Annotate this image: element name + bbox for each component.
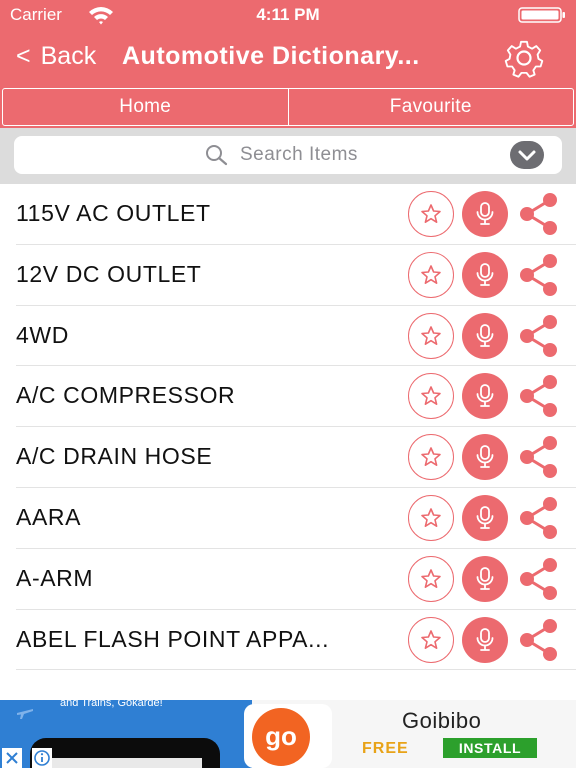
share-icon xyxy=(520,314,557,357)
favourite-button[interactable] xyxy=(408,434,454,481)
term-label: A/C COMPRESSOR xyxy=(16,382,236,409)
share-button[interactable] xyxy=(516,557,562,601)
favourite-button[interactable] xyxy=(408,494,454,541)
term-label: A/C DRAIN HOSE xyxy=(16,443,213,470)
share-button[interactable] xyxy=(516,253,562,297)
pronounce-button[interactable] xyxy=(462,434,508,481)
list-item[interactable]: A/C DRAIN HOSE xyxy=(16,427,576,488)
ad-install-button[interactable]: INSTALL xyxy=(443,738,537,758)
microphone-icon xyxy=(476,566,494,590)
star-icon xyxy=(421,264,441,284)
ad-phone-screen xyxy=(42,758,202,768)
star-icon xyxy=(421,325,441,345)
share-icon xyxy=(520,253,557,296)
ad-phone-mockup xyxy=(30,738,220,768)
star-icon xyxy=(421,204,441,224)
ad-app-logo: go xyxy=(244,704,332,768)
list-item[interactable]: A-ARM xyxy=(16,549,576,610)
favourite-button[interactable] xyxy=(408,616,454,663)
list-item[interactable]: 12V DC OUTLET xyxy=(16,245,576,306)
list-item[interactable]: A/C COMPRESSOR xyxy=(16,366,576,428)
microphone-icon xyxy=(476,262,494,286)
favourite-button[interactable] xyxy=(408,373,454,420)
ad-brand-name: Goibibo xyxy=(402,708,482,733)
ad-tagline: and Trains, Gokarde! xyxy=(60,700,163,709)
microphone-icon xyxy=(476,627,494,651)
favourite-button[interactable] xyxy=(408,555,454,602)
segmented-control: Home Favourite xyxy=(2,88,574,126)
ad-info-icon[interactable] xyxy=(32,748,52,768)
list-item[interactable]: ABEL FLASH POINT APPA... xyxy=(16,610,576,671)
share-button[interactable] xyxy=(516,192,562,236)
battery-icon xyxy=(518,7,565,23)
share-button[interactable] xyxy=(516,496,562,540)
ad-free-label: FREE xyxy=(362,740,409,757)
search-filter-dropdown[interactable] xyxy=(510,141,544,169)
microphone-icon xyxy=(476,445,494,469)
pronounce-button[interactable] xyxy=(462,251,508,298)
settings-button[interactable] xyxy=(500,36,548,80)
pronounce-button[interactable] xyxy=(462,373,508,420)
pronounce-button[interactable] xyxy=(462,494,508,541)
microphone-icon xyxy=(476,323,494,347)
term-label: ABEL FLASH POINT APPA... xyxy=(16,625,330,652)
app-header: Carrier 4:11 PM < Back Automotive Diction… xyxy=(0,0,576,128)
back-button[interactable]: < Back xyxy=(16,42,96,71)
list-item[interactable]: 115V AC OUTLET xyxy=(16,184,576,245)
term-list: 115V AC OUTLET 12V DC OUTLET 4WD A/C COM… xyxy=(0,184,576,671)
ad-close-icon[interactable] xyxy=(2,748,22,768)
airplane-icon xyxy=(17,709,33,719)
back-label: Back xyxy=(40,42,97,70)
star-icon xyxy=(421,568,441,588)
star-icon xyxy=(421,508,441,527)
chevron-down-icon xyxy=(518,150,536,161)
favourite-button[interactable] xyxy=(408,312,454,359)
share-icon xyxy=(520,496,557,539)
status-time: 4:11 PM xyxy=(256,5,320,24)
pronounce-button[interactable] xyxy=(462,191,508,237)
share-icon xyxy=(520,375,557,418)
share-icon xyxy=(520,618,557,661)
ad-logo-mark: go xyxy=(252,708,310,766)
pronounce-button[interactable] xyxy=(462,616,508,663)
star-icon xyxy=(421,447,441,467)
tab-favourite[interactable]: Favourite xyxy=(287,89,574,125)
list-item[interactable]: AARA xyxy=(16,488,576,549)
favourite-button[interactable] xyxy=(408,191,454,237)
search-bar xyxy=(0,128,576,184)
microphone-icon xyxy=(476,506,494,529)
term-label: A-ARM xyxy=(16,564,94,591)
term-label: 4WD xyxy=(16,321,69,348)
star-icon xyxy=(421,629,441,649)
gear-icon xyxy=(504,40,544,78)
share-button[interactable] xyxy=(516,435,562,479)
pronounce-button[interactable] xyxy=(462,555,508,602)
share-button[interactable] xyxy=(516,374,562,418)
back-chevron-icon: < xyxy=(16,42,31,70)
status-bar: Carrier 4:11 PM xyxy=(0,0,576,30)
term-label: 12V DC OUTLET xyxy=(16,260,202,287)
microphone-icon xyxy=(476,384,494,408)
tab-home[interactable]: Home xyxy=(3,89,288,125)
share-icon xyxy=(520,193,557,235)
term-label: AARA xyxy=(16,503,82,530)
page-title: Automotive Dictionary... xyxy=(122,42,420,70)
term-label: 115V AC OUTLET xyxy=(16,200,211,226)
share-icon xyxy=(520,557,557,600)
share-icon xyxy=(520,436,557,479)
search-box xyxy=(14,136,562,174)
list-item[interactable]: 4WD xyxy=(16,306,576,367)
microphone-icon xyxy=(476,202,494,225)
share-button[interactable] xyxy=(516,314,562,358)
star-icon xyxy=(421,386,441,406)
pronounce-button[interactable] xyxy=(462,312,508,359)
ad-banner[interactable]: and Trains, Gokarde! go Goibibo FREE INS… xyxy=(0,700,576,768)
search-icon xyxy=(206,145,228,166)
share-button[interactable] xyxy=(516,618,562,662)
favourite-button[interactable] xyxy=(408,251,454,298)
navigation-bar: < Back Automotive Dictionary... xyxy=(0,30,576,86)
search-input[interactable] xyxy=(240,142,510,168)
